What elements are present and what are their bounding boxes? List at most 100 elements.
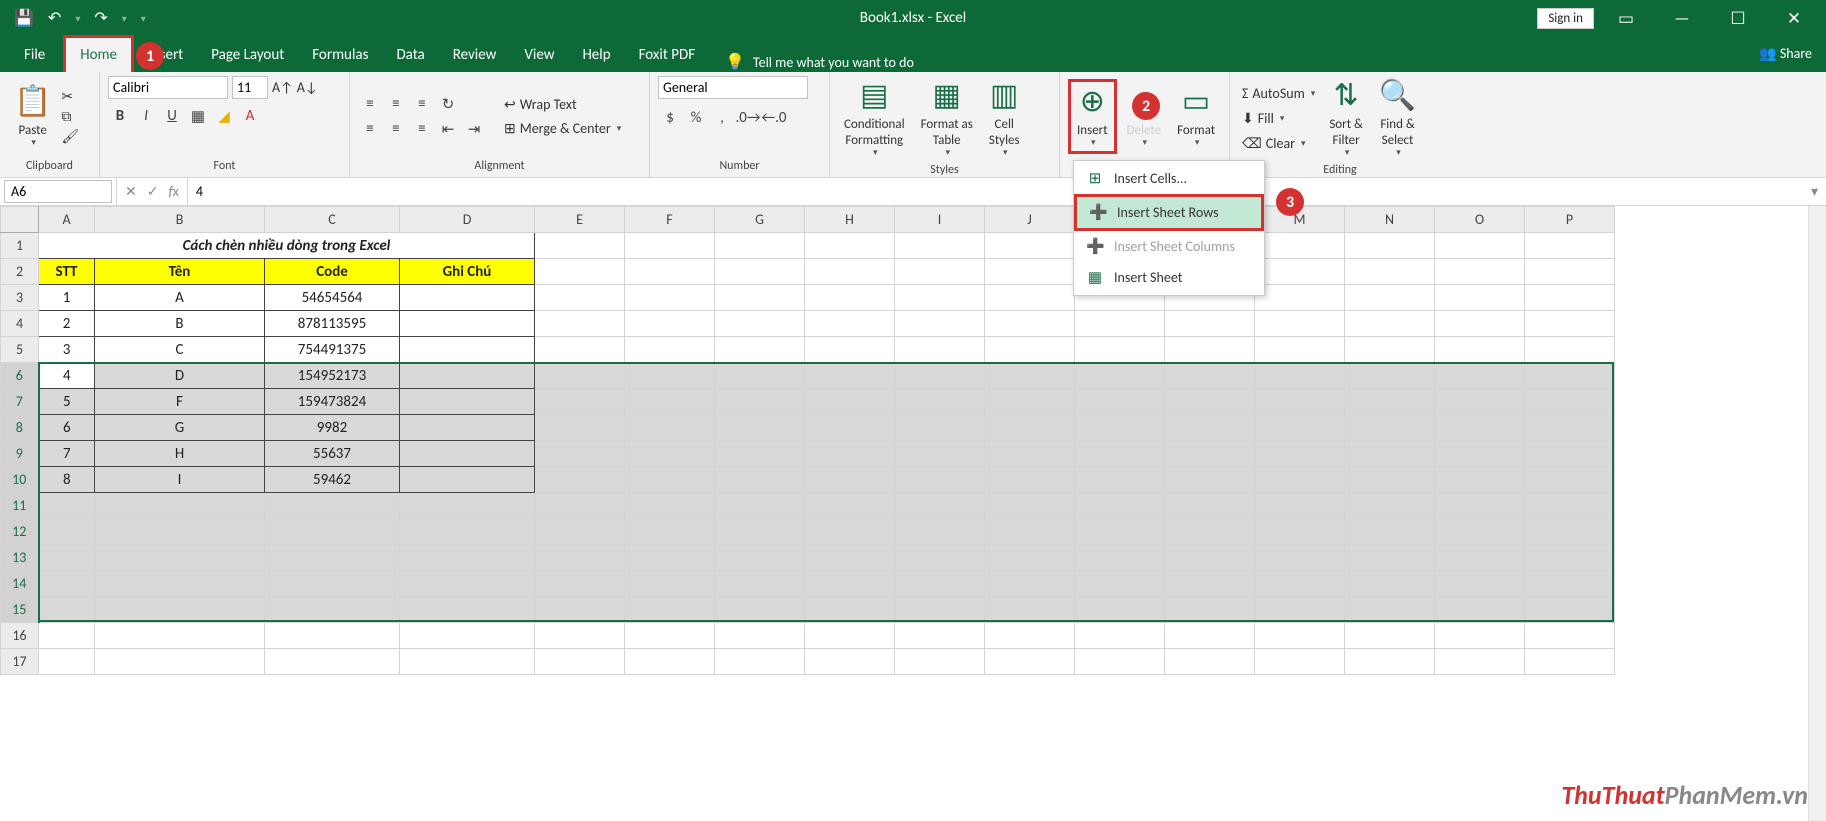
cell-E13[interactable] (535, 545, 625, 571)
cell-M16[interactable] (1255, 623, 1345, 649)
cell-K5[interactable] (1075, 337, 1165, 363)
row-header-3[interactable]: 3 (1, 285, 39, 311)
tab-foxit[interactable]: Foxit PDF (625, 38, 710, 72)
cell-M3[interactable] (1255, 285, 1345, 311)
cell-L9[interactable] (1165, 441, 1255, 467)
cell-E7[interactable] (535, 389, 625, 415)
row-header-4[interactable]: 4 (1, 311, 39, 337)
cell-G17[interactable] (715, 649, 805, 675)
tab-file[interactable]: File (10, 38, 63, 72)
cell-D6[interactable] (400, 363, 535, 389)
cell-N6[interactable] (1345, 363, 1435, 389)
cell-E4[interactable] (535, 311, 625, 337)
cell-P13[interactable] (1525, 545, 1615, 571)
cell-O3[interactable] (1435, 285, 1525, 311)
cell-G1[interactable] (715, 233, 805, 259)
cell-P8[interactable] (1525, 415, 1615, 441)
row-header-2[interactable]: 2 (1, 259, 39, 285)
paste-button[interactable]: 📋 Paste ▾ (8, 82, 57, 151)
cell-K8[interactable] (1075, 415, 1165, 441)
align-top-icon[interactable]: ≡ (358, 93, 382, 115)
row-header-15[interactable]: 15 (1, 597, 39, 623)
save-icon[interactable]: 💾 (14, 8, 34, 28)
row-header-1[interactable]: 1 (1, 233, 39, 259)
cell-L15[interactable] (1165, 597, 1255, 623)
cell-J13[interactable] (985, 545, 1075, 571)
row-header-6[interactable]: 6 (1, 363, 39, 389)
border-button[interactable]: ▦ (186, 105, 210, 127)
cell-J1[interactable] (985, 233, 1075, 259)
cancel-icon[interactable]: ✕ (125, 183, 137, 200)
cell-I10[interactable] (895, 467, 985, 493)
cell-F6[interactable] (625, 363, 715, 389)
cell-A9[interactable]: 7 (39, 441, 95, 467)
cell-B10[interactable]: I (95, 467, 265, 493)
indent-dec-icon[interactable]: ⇤ (436, 118, 460, 140)
cell-E6[interactable] (535, 363, 625, 389)
row-header-11[interactable]: 11 (1, 493, 39, 519)
cell-N4[interactable] (1345, 311, 1435, 337)
cell-H9[interactable] (805, 441, 895, 467)
tab-review[interactable]: Review (439, 38, 511, 72)
cell-J10[interactable] (985, 467, 1075, 493)
close-button[interactable]: ✕ (1770, 0, 1818, 36)
cell-O7[interactable] (1435, 389, 1525, 415)
cell-J5[interactable] (985, 337, 1075, 363)
cell-P9[interactable] (1525, 441, 1615, 467)
cell-D7[interactable] (400, 389, 535, 415)
cell-E12[interactable] (535, 519, 625, 545)
cell-F1[interactable] (625, 233, 715, 259)
select-all-corner[interactable] (1, 207, 39, 233)
cell-H3[interactable] (805, 285, 895, 311)
cell-C10[interactable]: 59462 (265, 467, 400, 493)
cut-icon[interactable]: ✂ (61, 88, 79, 105)
cell-N10[interactable] (1345, 467, 1435, 493)
cell-B3[interactable]: A (95, 285, 265, 311)
cell-N5[interactable] (1345, 337, 1435, 363)
format-as-table-button[interactable]: ▦Format as Table▾ (915, 76, 979, 161)
cell-L14[interactable] (1165, 571, 1255, 597)
cell-O15[interactable] (1435, 597, 1525, 623)
align-right-icon[interactable]: ≡ (410, 118, 434, 140)
align-middle-icon[interactable]: ≡ (384, 93, 408, 115)
cell-G9[interactable] (715, 441, 805, 467)
cell-H14[interactable] (805, 571, 895, 597)
bold-button[interactable]: B (108, 105, 132, 127)
cell-N3[interactable] (1345, 285, 1435, 311)
row-header-8[interactable]: 8 (1, 415, 39, 441)
cell-M8[interactable] (1255, 415, 1345, 441)
cell-C13[interactable] (265, 545, 400, 571)
cell-I12[interactable] (895, 519, 985, 545)
col-header-H[interactable]: H (805, 207, 895, 233)
cell-A11[interactable] (39, 493, 95, 519)
wrap-text-button[interactable]: ↩Wrap Text (500, 94, 625, 115)
cell-H7[interactable] (805, 389, 895, 415)
menu-insert-sheet[interactable]: ▦Insert Sheet (1074, 262, 1264, 293)
cell-A5[interactable]: 3 (39, 337, 95, 363)
cell-L12[interactable] (1165, 519, 1255, 545)
cell-N7[interactable] (1345, 389, 1435, 415)
format-painter-icon[interactable]: 🖌 (61, 128, 79, 145)
cell-B2[interactable]: Tên (95, 259, 265, 285)
tellme[interactable]: 💡 Tell me what you want to do (725, 52, 914, 72)
indent-inc-icon[interactable]: ⇥ (462, 118, 486, 140)
cell-N11[interactable] (1345, 493, 1435, 519)
cell-N8[interactable] (1345, 415, 1435, 441)
cell-I11[interactable] (895, 493, 985, 519)
cell-E14[interactable] (535, 571, 625, 597)
cell-J17[interactable] (985, 649, 1075, 675)
cell-H16[interactable] (805, 623, 895, 649)
cell-F5[interactable] (625, 337, 715, 363)
increase-decimal-icon[interactable]: .0→ (736, 107, 760, 129)
cell-I4[interactable] (895, 311, 985, 337)
cell-L13[interactable] (1165, 545, 1255, 571)
cell-J6[interactable] (985, 363, 1075, 389)
tab-formulas[interactable]: Formulas (298, 38, 382, 72)
cell-K7[interactable] (1075, 389, 1165, 415)
cell-J3[interactable] (985, 285, 1075, 311)
cell-I8[interactable] (895, 415, 985, 441)
cell-G2[interactable] (715, 259, 805, 285)
cell-I1[interactable] (895, 233, 985, 259)
cell-B12[interactable] (95, 519, 265, 545)
cell-B16[interactable] (95, 623, 265, 649)
